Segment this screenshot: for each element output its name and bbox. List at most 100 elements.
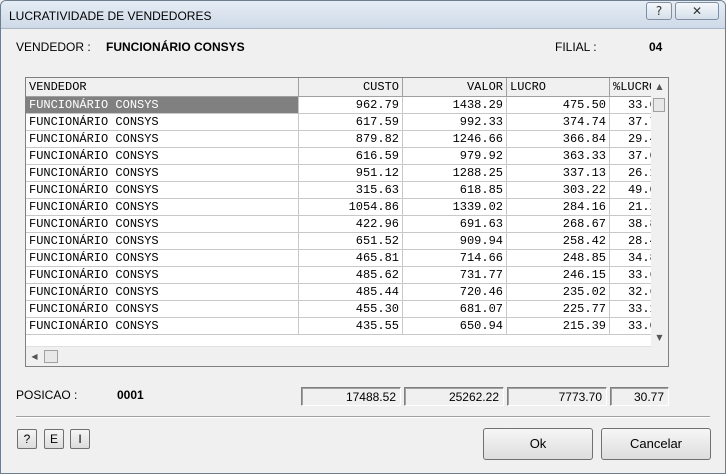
table-cell: 962.79 (299, 97, 403, 114)
table-cell: 1246.66 (403, 131, 507, 148)
table-cell: FUNCIONÁRIO CONSYS (26, 216, 299, 233)
table-cell: FUNCIONÁRIO CONSYS (26, 284, 299, 301)
sales-grid[interactable]: VENDEDOR CUSTO VALOR LUCRO %LUCRO FUNCIO… (25, 77, 669, 367)
total-valor: 25262.22 (404, 387, 504, 406)
table-cell: 337.13 (507, 165, 610, 182)
table-cell: FUNCIONÁRIO CONSYS (26, 97, 299, 114)
table-cell: 617.59 (299, 114, 403, 131)
table-row[interactable]: FUNCIONÁRIO CONSYS 435.55 650.94 215.39 33.0… (26, 318, 668, 335)
table-row[interactable]: FUNCIONÁRIO CONSYS 422.96 691.63 268.67 38.8… (26, 216, 668, 233)
table-cell: 879.82 (299, 131, 403, 148)
table-row[interactable]: FUNCIONÁRIO CONSYS 455.30 681.07 225.77 33.1… (26, 301, 668, 318)
table-row[interactable]: FUNCIONÁRIO CONSYS 485.62 731.77 246.15 33.6… (26, 267, 668, 284)
column-header-vendedor[interactable]: VENDEDOR (26, 78, 299, 97)
table-cell: FUNCIONÁRIO CONSYS (26, 318, 299, 335)
scroll-down-arrow-icon[interactable]: ▼ (651, 329, 668, 346)
table-cell: 215.39 (507, 318, 610, 335)
table-cell: FUNCIONÁRIO CONSYS (26, 267, 299, 284)
filial-label: FILIAL : (555, 40, 597, 54)
table-cell: FUNCIONÁRIO CONSYS (26, 131, 299, 148)
help-button[interactable]: ? (17, 429, 37, 449)
total-lucro: 7773.70 (507, 387, 607, 406)
table-cell: 303.22 (507, 182, 610, 199)
table-cell: 1288.25 (403, 165, 507, 182)
table-cell: 258.42 (507, 233, 610, 250)
table-cell: 374.74 (507, 114, 610, 131)
title-bar: LUCRATIVIDADE DE VENDEDORES ? ✕ (1, 1, 725, 29)
table-cell: FUNCIONÁRIO CONSYS (26, 148, 299, 165)
table-cell: 248.85 (507, 250, 610, 267)
vendedor-value: FUNCIONÁRIO CONSYS (106, 40, 245, 54)
table-row[interactable]: FUNCIONÁRIO CONSYS 485.44 720.46 235.02 32.6… (26, 284, 668, 301)
i-button[interactable]: I (70, 429, 90, 449)
table-row[interactable]: FUNCIONÁRIO CONSYS 962.79 1438.29 475.50 33.… (26, 97, 668, 114)
table-cell: 616.59 (299, 148, 403, 165)
table-cell: FUNCIONÁRIO CONSYS (26, 114, 299, 131)
table-row[interactable]: FUNCIONÁRIO CONSYS 951.12 1288.25 337.13 26.… (26, 165, 668, 182)
table-cell: 979.92 (403, 148, 507, 165)
table-cell: 1339.02 (403, 199, 507, 216)
table-cell: FUNCIONÁRIO CONSYS (26, 199, 299, 216)
table-cell: 731.77 (403, 267, 507, 284)
table-cell: 681.07 (403, 301, 507, 318)
table-row[interactable]: FUNCIONÁRIO CONSYS 879.82 1246.66 366.84 29.… (26, 131, 668, 148)
table-cell: 455.30 (299, 301, 403, 318)
column-header-lucro[interactable]: LUCRO (507, 78, 610, 97)
window-title: LUCRATIVIDADE DE VENDEDORES (9, 9, 212, 23)
table-cell: FUNCIONÁRIO CONSYS (26, 250, 299, 267)
table-cell: 315.63 (299, 182, 403, 199)
table-cell: 485.62 (299, 267, 403, 284)
horizontal-scroll-thumb[interactable] (44, 350, 58, 363)
table-row[interactable]: FUNCIONÁRIO CONSYS 1054.86 1339.02 284.16 21… (26, 199, 668, 216)
table-cell: 475.50 (507, 97, 610, 114)
total-custo: 17488.52 (301, 387, 401, 406)
table-cell: 422.96 (299, 216, 403, 233)
posicao-label: POSICAO : (16, 388, 78, 402)
total-pct-lucro: 30.77 (610, 387, 669, 406)
scroll-corner (651, 346, 668, 366)
table-cell: 720.46 (403, 284, 507, 301)
table-cell: 618.85 (403, 182, 507, 199)
table-cell: 1054.86 (299, 199, 403, 216)
table-row[interactable]: FUNCIONÁRIO CONSYS 651.52 909.94 258.42 28.4… (26, 233, 668, 250)
vertical-scroll-thumb[interactable] (653, 98, 665, 112)
table-row[interactable]: FUNCIONÁRIO CONSYS 616.59 979.92 363.33 37.0… (26, 148, 668, 165)
table-cell: 284.16 (507, 199, 610, 216)
cancel-button[interactable]: Cancelar (601, 428, 711, 460)
table-cell: 363.33 (507, 148, 610, 165)
table-cell: FUNCIONÁRIO CONSYS (26, 182, 299, 199)
table-cell: 992.33 (403, 114, 507, 131)
filial-value: 04 (649, 40, 663, 54)
table-cell: 465.81 (299, 250, 403, 267)
table-cell: FUNCIONÁRIO CONSYS (26, 301, 299, 318)
horizontal-scrollbar[interactable]: ◀ ▶ (26, 346, 662, 366)
column-header-valor[interactable]: VALOR (403, 78, 507, 97)
table-row[interactable]: FUNCIONÁRIO CONSYS 315.63 618.85 303.22 49.0… (26, 182, 668, 199)
table-row[interactable]: FUNCIONÁRIO CONSYS 465.81 714.66 248.85 34.8… (26, 250, 668, 267)
table-cell: 485.44 (299, 284, 403, 301)
table-cell: 225.77 (507, 301, 610, 318)
vertical-scrollbar[interactable]: ▲ ▼ (651, 78, 668, 346)
table-cell: FUNCIONÁRIO CONSYS (26, 233, 299, 250)
table-cell: 909.94 (403, 233, 507, 250)
table-cell: 246.15 (507, 267, 610, 284)
close-button[interactable]: ✕ (675, 2, 719, 20)
footer-divider (16, 416, 710, 418)
table-cell: 951.12 (299, 165, 403, 182)
column-header-custo[interactable]: CUSTO (299, 78, 403, 97)
e-button[interactable]: E (44, 429, 64, 449)
table-cell: 268.67 (507, 216, 610, 233)
posicao-value: 0001 (117, 388, 144, 402)
grid-header: VENDEDOR CUSTO VALOR LUCRO %LUCRO (26, 78, 668, 97)
table-cell: 714.66 (403, 250, 507, 267)
scroll-up-arrow-icon[interactable]: ▲ (651, 78, 668, 95)
table-cell: 435.55 (299, 318, 403, 335)
ok-button[interactable]: Ok (483, 428, 593, 460)
help-title-button[interactable]: ? (646, 2, 672, 20)
dialog-window: LUCRATIVIDADE DE VENDEDORES ? ✕ VENDEDOR… (0, 0, 726, 474)
table-cell: 691.63 (403, 216, 507, 233)
table-row[interactable]: FUNCIONÁRIO CONSYS 617.59 992.33 374.74 37.7… (26, 114, 668, 131)
table-cell: 366.84 (507, 131, 610, 148)
table-cell: 650.94 (403, 318, 507, 335)
scroll-left-arrow-icon[interactable]: ◀ (26, 348, 43, 365)
